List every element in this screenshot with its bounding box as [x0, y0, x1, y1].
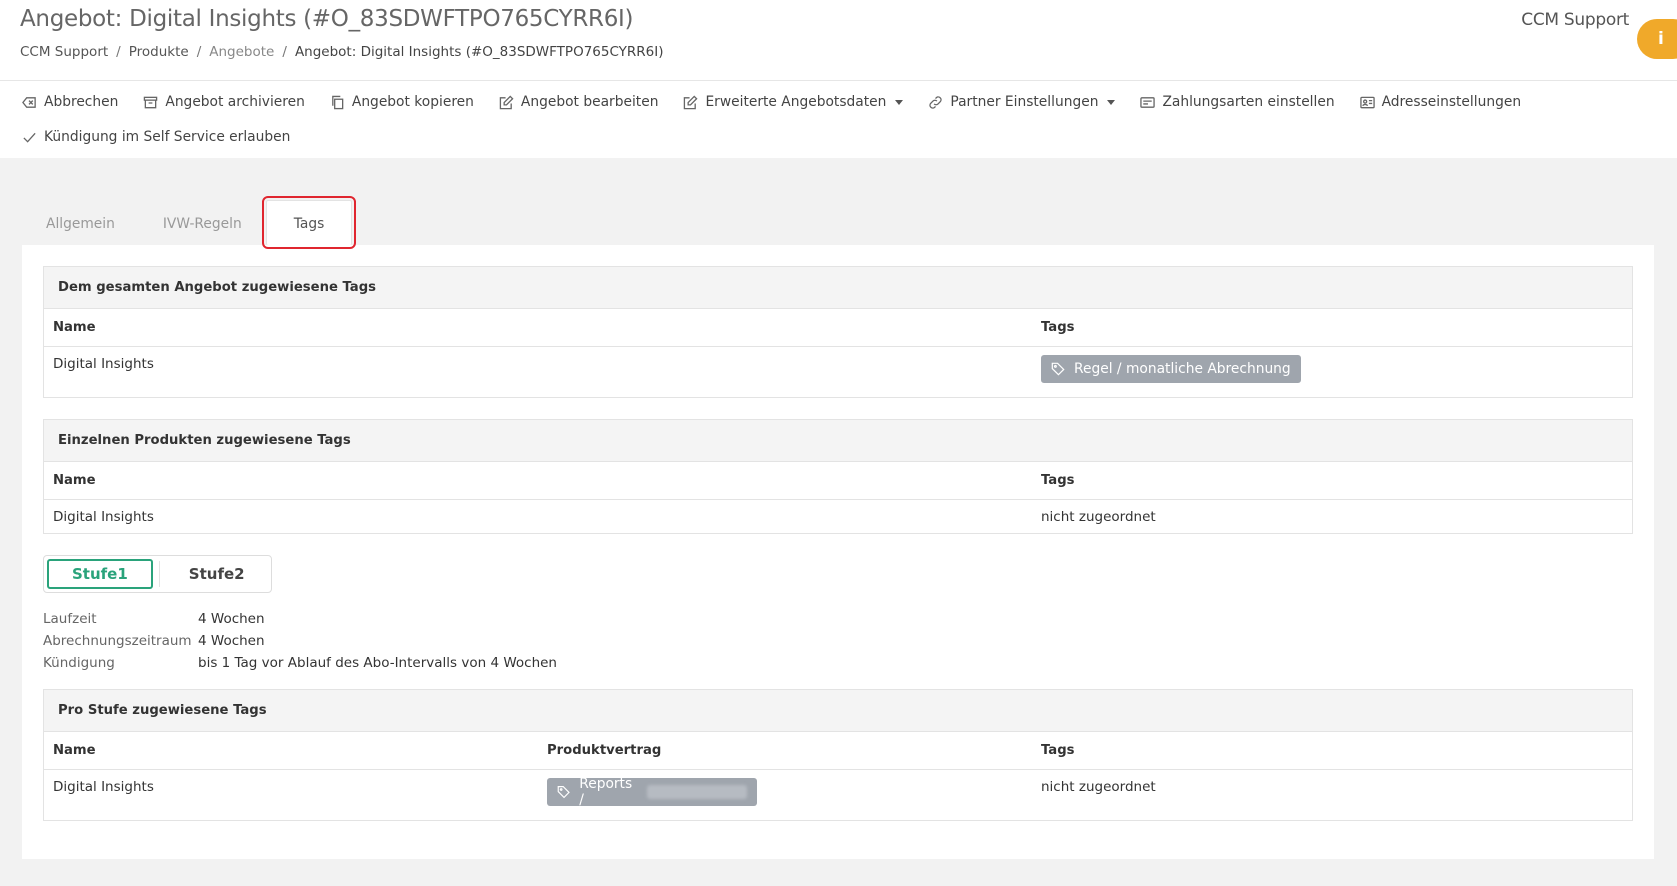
address-card-icon [1359, 96, 1375, 108]
cancel-button[interactable]: Abbrechen [22, 94, 118, 110]
stufe1-button[interactable]: Stufe1 [47, 559, 153, 589]
stufe-tags-table: Name Produktvertrag Tags Digital Insight… [44, 732, 1632, 820]
product-tags-table: Name Tags Digital Insights nicht zugeord… [44, 462, 1632, 533]
row-name: Digital Insights [53, 355, 154, 372]
page-header: Angebot: Digital Insights (#O_83SDWFTPO7… [0, 0, 1677, 80]
row-name: Digital Insights [53, 508, 154, 525]
tab-tags[interactable]: Tags [261, 196, 357, 249]
toolbar: Abbrechen Angebot archivieren Angebot ko… [0, 80, 1677, 156]
info-icon[interactable]: i [1637, 19, 1677, 59]
cancel-label: Abbrechen [44, 94, 119, 110]
column-header-tags: Tags [1032, 309, 1632, 347]
tags-panel: Dem gesamten Angebot zugewiesene Tags Na… [22, 245, 1654, 859]
column-header-name: Name [44, 462, 1032, 500]
address-settings-button[interactable]: Adresseinstellungen [1359, 94, 1522, 110]
column-header-name: Name [44, 309, 1032, 347]
offer-tags-card: Dem gesamten Angebot zugewiesene Tags Na… [43, 266, 1633, 398]
breadcrumb-angebote[interactable]: Angebote [209, 44, 274, 60]
edit-icon [499, 94, 514, 109]
column-header-produktvertrag: Produktvertrag [538, 732, 1032, 770]
column-header-tags: Tags [1032, 732, 1632, 770]
tag-icon [557, 785, 570, 798]
copy-icon [332, 95, 344, 109]
stufe-divider [158, 561, 160, 587]
abrechnungszeitraum-label: Abrechnungszeitraum [43, 633, 192, 649]
laufzeit-label: Laufzeit [43, 611, 97, 627]
check-icon [23, 132, 36, 143]
tab-ivw-regeln[interactable]: IVW-Regeln [139, 203, 266, 245]
partner-settings-label: Partner Einstellungen [950, 94, 1099, 110]
link-icon [929, 95, 943, 109]
kuendigung-label: Kündigung [43, 655, 115, 671]
breadcrumb-current: Angebot: Digital Insights (#O_83SDWFTPO7… [294, 44, 664, 60]
kuendigung-value: bis 1 Tag vor Ablauf des Abo-Intervalls … [198, 655, 557, 671]
card-icon [1140, 96, 1156, 108]
allow-self-service-cancellation-label: Kündigung im Self Service erlauben [44, 129, 291, 145]
offer-tags-heading: Dem gesamten Angebot zugewiesene Tags [44, 267, 1632, 309]
page-title: Angebot: Digital Insights (#O_83SDWFTPO7… [20, 6, 634, 32]
breadcrumb-separator: / [116, 44, 121, 60]
archive-icon [144, 96, 158, 108]
stufe-tags-card: Pro Stufe zugewiesene Tags Name Produktv… [43, 689, 1633, 821]
table-row: Digital Insights Regel / monatliche Abre… [44, 346, 1632, 397]
stufe-tags-heading: Pro Stufe zugewiesene Tags [44, 690, 1632, 732]
breadcrumb-ccm-support[interactable]: CCM Support [20, 44, 108, 60]
caret-down-icon [1107, 99, 1116, 105]
payment-methods-button[interactable]: Zahlungsarten einstellen [1140, 94, 1335, 110]
table-row: Digital Insights nicht zugeordnet [44, 499, 1632, 533]
tag-label: Regel / monatliche Abrechnung [1074, 360, 1291, 377]
tag-badge[interactable]: Regel / monatliche Abrechnung [1041, 354, 1301, 383]
partner-settings-dropdown[interactable]: Partner Einstellungen [928, 94, 1116, 110]
copy-button[interactable]: Angebot kopieren [330, 94, 474, 110]
laufzeit-value: 4 Wochen [198, 611, 265, 627]
contract-tag-label: Reports / [579, 775, 633, 808]
breadcrumb: CCM Support / Produkte / Angebote / Ange… [20, 44, 1657, 60]
payment-methods-label: Zahlungsarten einstellen [1162, 94, 1335, 110]
column-header-tags: Tags [1032, 462, 1632, 500]
edit-offer-button[interactable]: Angebot bearbeiten [499, 94, 659, 110]
tag-icon [1051, 362, 1065, 376]
contract-tag-badge[interactable]: Reports / [547, 775, 757, 808]
edit-icon [684, 94, 698, 109]
breadcrumb-separator: / [196, 44, 202, 60]
archive-button[interactable]: Angebot archivieren [143, 94, 305, 110]
tab-bar: Allgemein IVW-Regeln Tags [22, 196, 1654, 249]
row-tags: nicht zugeordnet [1041, 508, 1156, 525]
cancel-icon [22, 96, 36, 108]
product-tags-heading: Einzelnen Produkten zugewiesene Tags [44, 420, 1632, 462]
extended-offer-data-dropdown[interactable]: Erweiterte Angebotsdaten [683, 94, 904, 110]
archive-label: Angebot archivieren [165, 94, 305, 110]
breadcrumb-produkte[interactable]: Produkte [129, 44, 189, 60]
product-tags-card: Einzelnen Produkten zugewiesene Tags Nam… [43, 419, 1633, 534]
stufe-info: Laufzeit 4 Wochen Abrechnungszeitraum 4 … [43, 611, 1633, 671]
offer-tags-table: Name Tags Digital Insights Regel / monat… [44, 309, 1632, 397]
stufe-switcher: Stufe1 Stufe2 [43, 555, 272, 593]
row-tags: nicht zugeordnet [1041, 778, 1156, 795]
user-name[interactable]: CCM Support [1521, 10, 1629, 30]
edit-offer-label: Angebot bearbeiten [520, 94, 659, 110]
abrechnungszeitraum-value: 4 Wochen [198, 633, 265, 649]
address-settings-label: Adresseinstellungen [1381, 94, 1522, 110]
caret-down-icon [895, 99, 904, 105]
copy-label: Angebot kopieren [351, 94, 474, 110]
extended-offer-data-label: Erweiterte Angebotsdaten [705, 94, 887, 110]
allow-self-service-cancellation-button[interactable]: Kündigung im Self Service erlauben [22, 129, 290, 145]
column-header-name: Name [44, 732, 538, 770]
main-content: Allgemein IVW-Regeln Tags Dem gesamten A… [0, 158, 1677, 886]
tab-allgemein[interactable]: Allgemein [22, 203, 139, 245]
breadcrumb-separator: / [282, 44, 287, 60]
row-name: Digital Insights [53, 778, 154, 795]
stufe2-button[interactable]: Stufe2 [166, 559, 268, 589]
redacted-text [646, 784, 747, 799]
table-row: Digital Insights Reports / nicht zugeord… [44, 769, 1632, 820]
